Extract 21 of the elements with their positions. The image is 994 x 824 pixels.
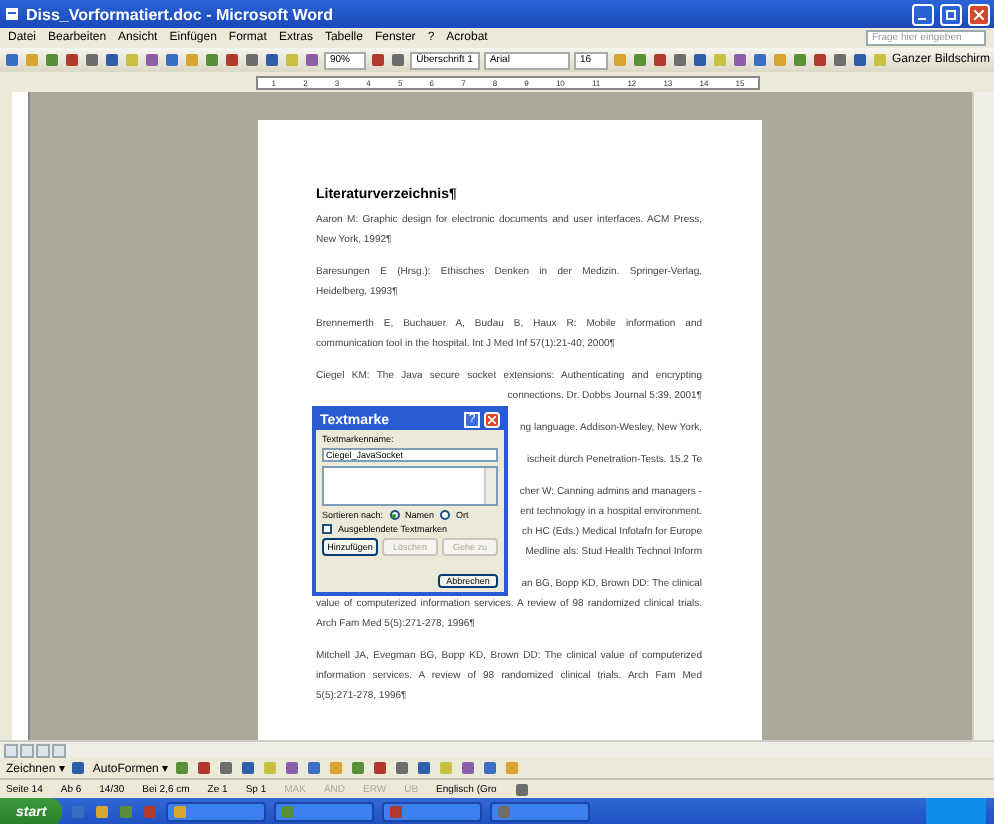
task-button[interactable] bbox=[490, 802, 591, 822]
scrollbar[interactable] bbox=[484, 468, 496, 504]
window-title: Diss_Vorformatiert.doc - Microsoft Word bbox=[26, 5, 335, 23]
checkbox[interactable] bbox=[322, 524, 332, 534]
word-icon bbox=[4, 6, 20, 22]
close-button[interactable] bbox=[484, 412, 500, 428]
system-tray bbox=[926, 798, 986, 824]
close-button[interactable] bbox=[968, 3, 990, 25]
radio-button[interactable] bbox=[389, 510, 400, 520]
maximize-icon bbox=[946, 9, 956, 19]
tool-icon[interactable] bbox=[70, 760, 87, 776]
minimize-button[interactable] bbox=[912, 3, 934, 25]
maximize-button[interactable] bbox=[940, 3, 962, 25]
task-button[interactable] bbox=[382, 802, 483, 822]
vertical-scrollbar[interactable] bbox=[972, 92, 994, 740]
radio-button[interactable] bbox=[440, 510, 451, 520]
task-button[interactable] bbox=[166, 802, 267, 822]
close-icon bbox=[488, 416, 496, 424]
close-icon bbox=[974, 9, 984, 19]
task-button[interactable] bbox=[274, 802, 375, 822]
horizontal-scrollbar[interactable] bbox=[0, 740, 994, 758]
